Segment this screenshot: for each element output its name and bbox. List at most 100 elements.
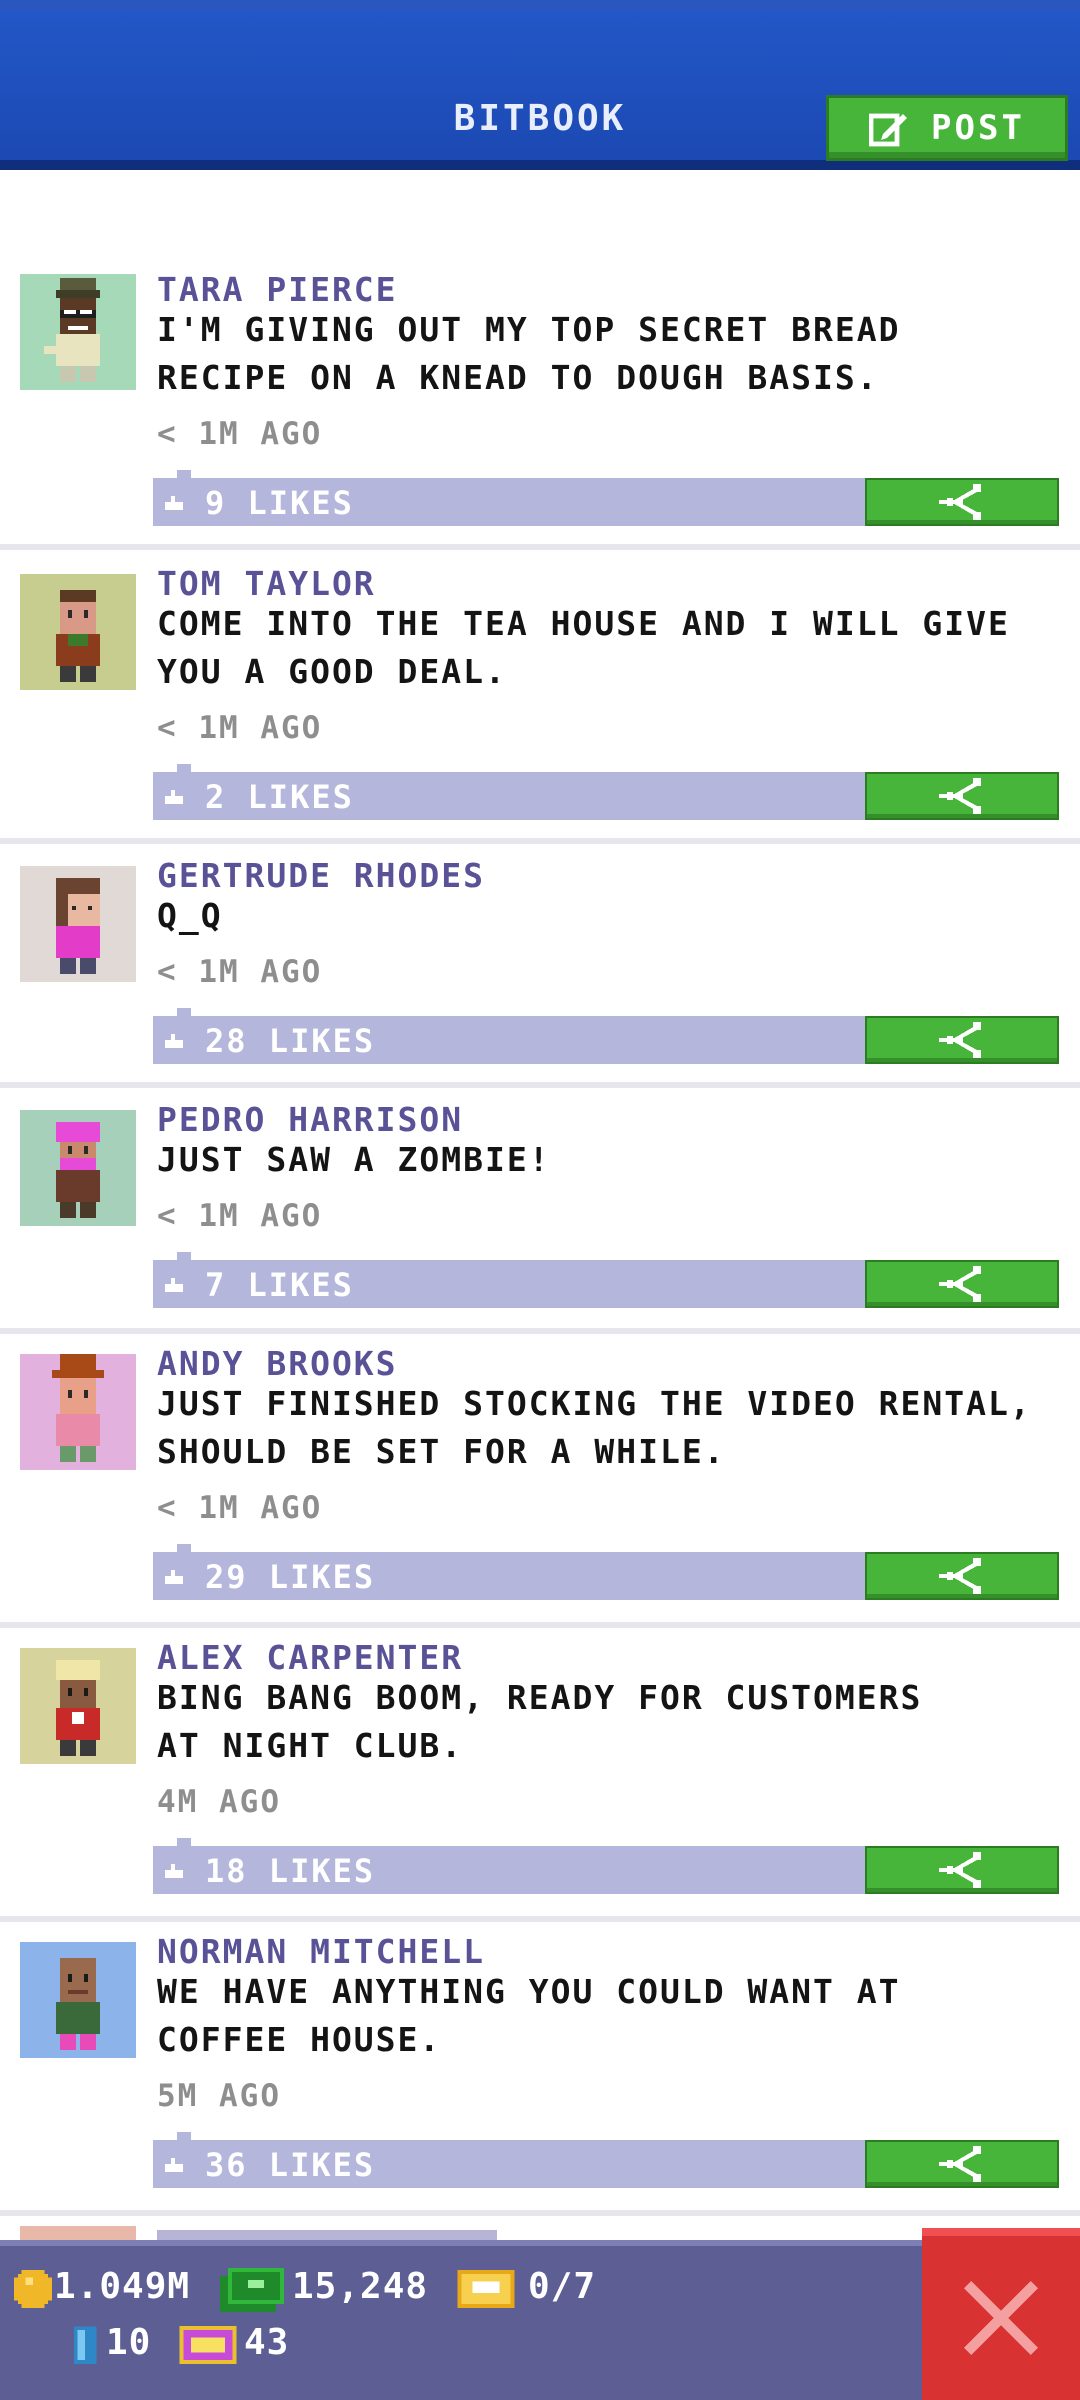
like-button[interactable]: 18 LIKES bbox=[153, 1838, 865, 1894]
share-button[interactable] bbox=[865, 1016, 1059, 1064]
like-button[interactable]: 7 LIKES bbox=[153, 1252, 865, 1308]
feed-post: GERTRUDE RHODES Q_Q < 1M AGO 28 LIKES bbox=[0, 838, 1080, 1088]
like-tab bbox=[177, 1008, 191, 1018]
share-icon bbox=[939, 1558, 981, 1594]
post-message: I'M GIVING OUT MY TOP SECRET BREAD RECIP… bbox=[157, 306, 1057, 402]
avatar[interactable] bbox=[20, 1354, 136, 1470]
feed-post: ALEX CARPENTER BING BANG BOOM, READY FOR… bbox=[0, 1622, 1080, 1922]
character-avatar-icon bbox=[56, 1660, 100, 1756]
share-button[interactable] bbox=[865, 1260, 1059, 1308]
avatar[interactable] bbox=[20, 1648, 136, 1764]
divider bbox=[0, 2240, 1080, 2246]
tickets-value: 0/7 bbox=[528, 2266, 597, 2307]
post-author[interactable]: ANDY BROOKS bbox=[157, 1344, 398, 1383]
thumbs-up-icon bbox=[165, 1864, 183, 1878]
post-message-line: JUST FINISHED STOCKING THE VIDEO RENTAL, bbox=[157, 1384, 1032, 1423]
post-message-line: COFFEE HOUSE. bbox=[157, 2020, 442, 2059]
feed-post: TOM TAYLOR COME INTO THE TEA HOUSE AND I… bbox=[0, 544, 1080, 844]
status-bar: 1.049M 15,248 0/7 10 43 bbox=[0, 2240, 1080, 2400]
post-button[interactable]: POST bbox=[826, 95, 1068, 161]
post-author[interactable]: GERTRUDE RHODES bbox=[157, 856, 485, 895]
coins-value: 1.049M bbox=[54, 2266, 191, 2307]
avatar[interactable] bbox=[20, 274, 136, 390]
like-button[interactable]: 28 LIKES bbox=[153, 1008, 865, 1064]
compose-icon bbox=[869, 113, 908, 147]
like-button[interactable]: 9 LIKES bbox=[153, 470, 865, 526]
feed-post: PEDRO HARRISON JUST SAW A ZOMBIE! < 1M A… bbox=[0, 1082, 1080, 1334]
post-message-line: SHOULD BE SET FOR A WHILE. bbox=[157, 1432, 726, 1471]
share-icon bbox=[939, 2146, 981, 2182]
post-timestamp: 4M AGO bbox=[157, 1784, 281, 1820]
like-tab bbox=[177, 2132, 191, 2142]
post-message-line: COME INTO THE TEA HOUSE AND I WILL GIVE bbox=[157, 604, 1010, 643]
coin-icon bbox=[14, 2270, 52, 2308]
post-message-line: AT NIGHT CLUB. bbox=[157, 1726, 464, 1765]
share-button[interactable] bbox=[865, 772, 1059, 820]
likes-count: 29 LIKES bbox=[205, 1558, 376, 1596]
post-message-line: BING BANG BOOM, READY FOR CUSTOMERS bbox=[157, 1678, 923, 1717]
post-timestamp: < 1M AGO bbox=[157, 1198, 323, 1234]
post-timestamp: < 1M AGO bbox=[157, 954, 323, 990]
avatar[interactable] bbox=[20, 1942, 136, 2058]
key-icon bbox=[73, 2326, 97, 2364]
post-message-line: Q_Q bbox=[157, 896, 223, 935]
likes-count: 7 LIKES bbox=[205, 1266, 354, 1304]
post-message: WE HAVE ANYTHING YOU COULD WANT AT COFFE… bbox=[157, 1968, 1057, 2064]
ticket-icon bbox=[457, 2270, 515, 2308]
post-timestamp: < 1M AGO bbox=[157, 1490, 323, 1526]
thumbs-up-icon bbox=[165, 1034, 183, 1048]
share-button[interactable] bbox=[865, 478, 1059, 526]
share-button[interactable] bbox=[865, 1552, 1059, 1600]
avatar[interactable] bbox=[20, 866, 136, 982]
post-message: JUST FINISHED STOCKING THE VIDEO RENTAL,… bbox=[157, 1380, 1057, 1476]
post-author[interactable]: PEDRO HARRISON bbox=[157, 1100, 463, 1139]
post-message: Q_Q bbox=[157, 892, 1057, 940]
like-tab bbox=[177, 470, 191, 480]
post-author[interactable]: NORMAN MITCHELL bbox=[157, 1932, 485, 1971]
thumbs-up-icon bbox=[165, 496, 183, 510]
share-button[interactable] bbox=[865, 2140, 1059, 2188]
post-message-line: WE HAVE ANYTHING YOU COULD WANT AT bbox=[157, 1972, 901, 2011]
post-message: BING BANG BOOM, READY FOR CUSTOMERS AT N… bbox=[157, 1674, 1057, 1770]
likes-count: 36 LIKES bbox=[205, 2146, 376, 2184]
bux-value: 15,248 bbox=[292, 2266, 429, 2307]
thumbs-up-icon bbox=[165, 1570, 183, 1584]
like-tab bbox=[177, 764, 191, 774]
feed-post: TARA PIERCE I'M GIVING OUT MY TOP SECRET… bbox=[0, 170, 1080, 550]
like-tab bbox=[177, 1544, 191, 1554]
likes-count: 9 LIKES bbox=[205, 484, 354, 522]
share-icon bbox=[939, 1852, 981, 1888]
bux-icon bbox=[220, 2268, 284, 2312]
app-header: BITBOOK POST bbox=[0, 0, 1080, 170]
share-icon bbox=[939, 484, 981, 520]
post-author[interactable]: ALEX CARPENTER bbox=[157, 1638, 463, 1677]
share-icon bbox=[939, 1022, 981, 1058]
post-message: JUST SAW A ZOMBIE! bbox=[157, 1136, 1057, 1184]
post-author[interactable]: TARA PIERCE bbox=[157, 270, 398, 309]
thumbs-up-icon bbox=[165, 2158, 183, 2172]
feed-post: NORMAN MITCHELL WE HAVE ANYTHING YOU COU… bbox=[0, 1916, 1080, 2216]
like-button[interactable]: 29 LIKES bbox=[153, 1544, 865, 1600]
like-button[interactable]: 36 LIKES bbox=[153, 2132, 865, 2188]
next-post-peek bbox=[0, 2212, 1080, 2242]
keys-value: 10 bbox=[106, 2322, 152, 2363]
close-button[interactable] bbox=[922, 2228, 1080, 2400]
like-tab bbox=[177, 1838, 191, 1848]
avatar[interactable] bbox=[20, 574, 136, 690]
vip-value: 43 bbox=[244, 2322, 290, 2363]
like-tab bbox=[177, 1252, 191, 1262]
post-message-line: JUST SAW A ZOMBIE! bbox=[157, 1140, 551, 1179]
post-message: COME INTO THE TEA HOUSE AND I WILL GIVE … bbox=[157, 600, 1057, 696]
share-icon bbox=[939, 778, 981, 814]
post-timestamp: 5M AGO bbox=[157, 2078, 281, 2114]
post-message-line: I'M GIVING OUT MY TOP SECRET BREAD bbox=[157, 310, 901, 349]
post-author[interactable]: TOM TAYLOR bbox=[157, 564, 376, 603]
share-icon bbox=[939, 1266, 981, 1302]
thumbs-up-icon bbox=[165, 790, 183, 804]
avatar[interactable] bbox=[20, 1110, 136, 1226]
post-button-label: POST bbox=[931, 108, 1025, 148]
like-button[interactable]: 2 LIKES bbox=[153, 764, 865, 820]
character-avatar-icon bbox=[56, 878, 100, 974]
character-avatar-icon bbox=[44, 278, 100, 382]
share-button[interactable] bbox=[865, 1846, 1059, 1894]
